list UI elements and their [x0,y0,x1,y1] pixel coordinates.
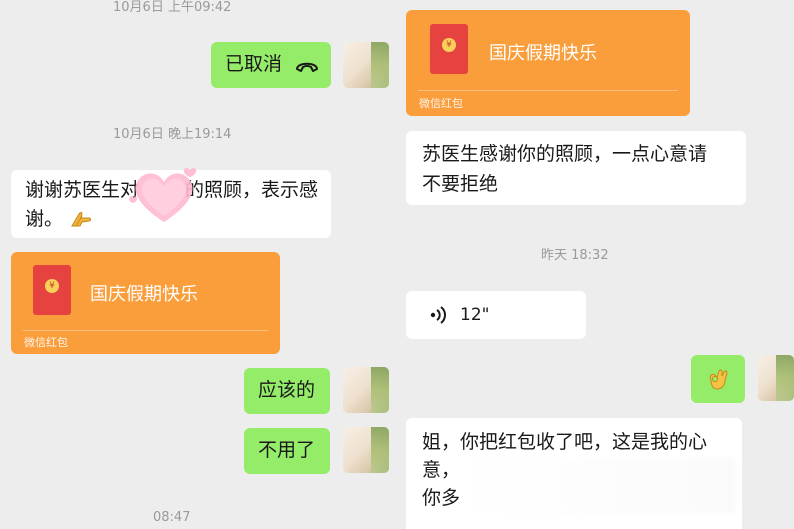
heart-sticker [129,167,197,222]
voice-wave-icon [430,306,446,324]
clasped-hands-emoji [71,212,92,227]
timestamp: 昨天 18:32 [541,248,609,263]
message-text: 谢谢苏医生对 [25,179,140,201]
message-text: 的照顾，表示感 [185,179,319,201]
right-chat-panel: ¥ 国庆假期快乐 微信红包 苏医生感谢你的照顾，一点心意请 不要拒绝 昨天 18… [397,0,794,529]
blurred-text-mask [466,458,736,514]
message-text: 谢。 [25,208,64,230]
message-bubble-self[interactable]: 应该的 [244,368,330,414]
message-bubble-other[interactable]: 苏医生感谢你的照顾，一点心意请 不要拒绝 [406,131,746,205]
emoji-bubble[interactable] [691,355,745,403]
message-bubble-other[interactable]: 姐，你把红包收了吧，这是我的心 意， 你多 [406,418,742,529]
avatar[interactable] [343,367,389,413]
call-cancelled-bubble[interactable]: 已取消 [211,42,331,88]
message-text: 应该的 [258,379,316,401]
divider [418,90,678,91]
red-packet-card[interactable]: ¥ 国庆假期快乐 微信红包 [406,10,690,116]
red-packet-label: 微信红包 [419,97,463,110]
avatar[interactable] [343,42,389,88]
left-chat-panel: 10月6日 上午09:42 已取消 10月6日 晚上19:14 谢谢苏医生对 的照… [0,0,397,529]
message-bubble-self[interactable]: 不用了 [244,428,330,474]
message-text: 不要拒绝 [422,173,499,195]
avatar[interactable] [758,355,794,401]
avatar[interactable] [343,427,389,473]
message-text: 苏医生感谢你的照顾，一点心意请 [422,143,708,165]
red-packet-card[interactable]: ¥ 国庆假期快乐 微信红包 [11,252,280,354]
voice-duration: 12" [460,305,490,325]
divider [23,330,268,331]
timestamp: 10月6日 上午09:42 [113,0,232,15]
message-text: 姐，你把红包收了吧，这是我的心 [422,431,708,453]
voice-message-bubble[interactable]: 12" [406,291,586,339]
timestamp: 08:47 [153,510,191,525]
red-packet-title: 国庆假期快乐 [90,284,198,305]
message-text: 不用了 [258,439,316,461]
red-envelope-icon: ¥ [430,24,468,74]
call-status-text: 已取消 [225,53,283,75]
red-packet-label: 微信红包 [24,336,68,349]
phone-hangup-icon [296,62,318,72]
red-packet-title: 国庆假期快乐 [489,43,597,64]
ok-hand-emoji [709,369,728,390]
timestamp: 10月6日 晚上19:14 [113,127,232,142]
red-envelope-icon: ¥ [33,265,71,315]
